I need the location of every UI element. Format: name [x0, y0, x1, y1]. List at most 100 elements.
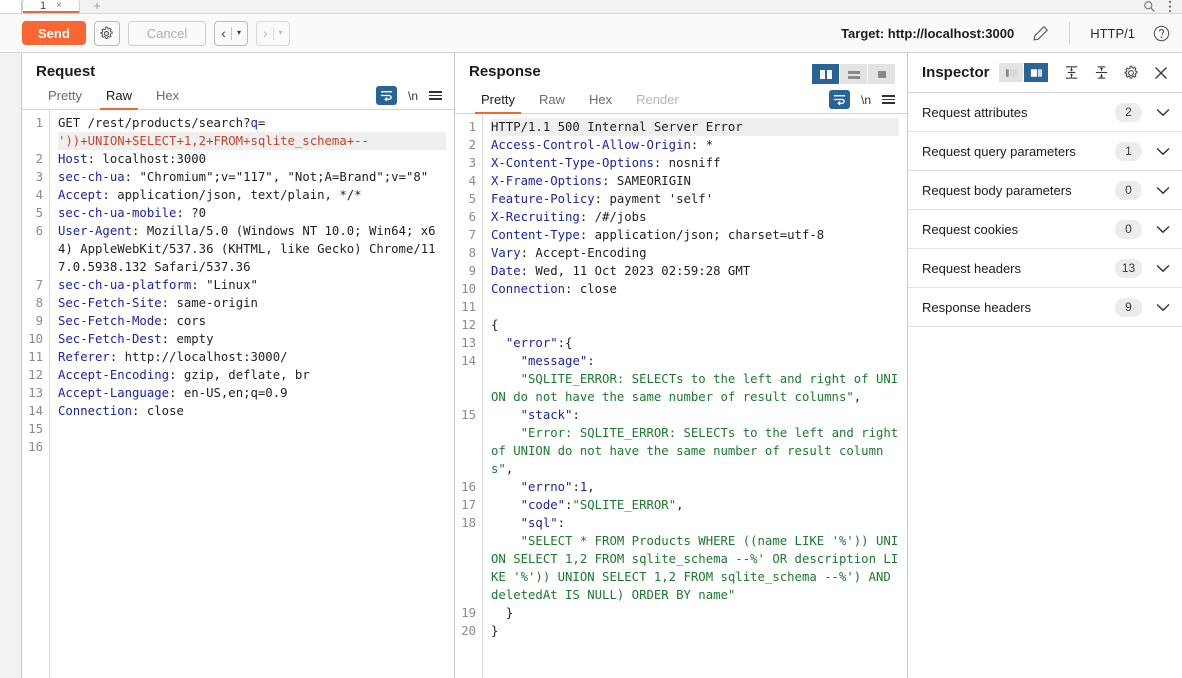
code-token: : en-US,en;q=0.9: [169, 386, 288, 400]
request-pane: Request Pretty Raw Hex \n 1 2 3 4 5 6 7 8 9 10 11 1…: [22, 53, 455, 678]
request-code[interactable]: GET /rest/products/search?q= '))+UNION+SE…: [50, 110, 454, 678]
code-token: :{: [557, 336, 573, 350]
response-line-numbers: 1 2 3 4 5 6 7 8 9 10 11 12 13 14 15 16 17 18 19 20: [455, 114, 483, 678]
code-token: HTTP/1.1 500 Internal Server Error: [491, 120, 743, 134]
chevron-down-icon[interactable]: [1156, 183, 1170, 198]
inspector-narrow-layout-button[interactable]: [999, 63, 1023, 82]
search-icon[interactable]: [1143, 0, 1156, 13]
inspector-section-response-headers[interactable]: Response headers 9: [908, 288, 1182, 327]
gear-icon[interactable]: [93, 20, 120, 46]
word-wrap-icon[interactable]: [375, 86, 397, 105]
newline-chars-icon[interactable]: \n: [408, 89, 418, 103]
single-view-button[interactable]: [868, 64, 895, 84]
code-token: :: [587, 354, 595, 368]
inspector-section-request-query-parameters[interactable]: Request query parameters 1: [908, 132, 1182, 171]
code-line: "code":"SQLITE_ERROR",: [491, 496, 899, 514]
line-number: 11: [461, 300, 476, 314]
tab-response-pretty[interactable]: Pretty: [469, 88, 527, 114]
line-number: 14: [461, 354, 476, 368]
line-number: 12: [461, 318, 476, 332]
close-icon[interactable]: ×: [56, 1, 62, 11]
chevron-down-icon[interactable]: [1156, 144, 1170, 159]
kebab-menu-icon[interactable]: [1168, 0, 1172, 13]
cancel-button: Cancel: [127, 20, 207, 46]
code-line: "sql":: [491, 514, 899, 532]
back-nav-button[interactable]: ‹ ▾: [214, 20, 248, 46]
code-token: Content-Type: [491, 228, 580, 242]
response-editor[interactable]: 1 2 3 4 5 6 7 8 9 10 11 12 13 14 15 16 17 18 19 20 HTTP/1.1…: [455, 114, 907, 678]
code-line: GET /rest/products/search?q=: [58, 114, 446, 132]
inspector-section-label: Request cookies: [922, 221, 1019, 237]
left-rail: [0, 53, 22, 678]
code-token: Accept: [58, 188, 103, 202]
forward-nav-button[interactable]: › ▾: [255, 20, 290, 46]
inspector-section-label: Request body parameters: [922, 182, 1072, 198]
code-line: "SELECT * FROM Products WHERE ((name LIK…: [491, 532, 899, 604]
chevron-down-icon[interactable]: [1156, 261, 1170, 276]
split-vertical-view-button[interactable]: [812, 64, 839, 84]
split-horizontal-view-button[interactable]: [840, 64, 867, 84]
code-token: :: [572, 408, 580, 422]
chevron-down-icon[interactable]: ▾: [237, 29, 241, 37]
expand-all-icon[interactable]: [1090, 65, 1112, 80]
tab-response-raw[interactable]: Raw: [527, 88, 577, 113]
line-number: 6: [468, 210, 476, 224]
help-circle-icon[interactable]: [1153, 25, 1170, 42]
tab-request-pretty[interactable]: Pretty: [36, 84, 94, 109]
line-number: 11: [28, 350, 43, 364]
burp-repeater-window: 1 × + Send Cancel ‹ ▾ › ▾ Target: http:/…: [0, 0, 1182, 678]
line-number: 7: [35, 278, 43, 292]
line-number: 2: [468, 138, 476, 152]
code-token: Accept-Encoding: [58, 368, 170, 382]
line-number: 13: [28, 386, 43, 400]
line-number: [455, 424, 476, 478]
code-token: Host: [58, 152, 88, 166]
tab-response-hex[interactable]: Hex: [577, 88, 624, 113]
pencil-icon[interactable]: [1032, 25, 1049, 42]
code-token: ,: [853, 390, 862, 404]
request-line-numbers: 1 2 3 4 5 6 7 8 9 10 11 12 13 14 15 16: [22, 110, 50, 678]
tab-response-render[interactable]: Render: [624, 88, 691, 113]
chevron-down-icon[interactable]: [1156, 300, 1170, 315]
line-number: 3: [468, 156, 476, 170]
collapse-all-icon[interactable]: [1060, 65, 1082, 80]
chevron-right-icon: ›: [262, 25, 268, 41]
line-number: 14: [28, 404, 43, 418]
request-view-actions: \n: [375, 86, 442, 109]
line-number: 13: [461, 336, 476, 350]
close-icon[interactable]: [1150, 65, 1172, 81]
inspector-title: Inspector: [922, 64, 990, 81]
inspector-wide-layout-button[interactable]: [1024, 63, 1048, 82]
line-number: 15: [28, 422, 43, 436]
tab-request-raw[interactable]: Raw: [94, 84, 144, 110]
inspector-section-count: 9: [1115, 297, 1142, 317]
inspector-section-request-attributes[interactable]: Request attributes 2: [908, 93, 1182, 132]
http-version-label[interactable]: HTTP/1: [1090, 26, 1135, 41]
inspector-section-request-cookies[interactable]: Request cookies 0: [908, 210, 1182, 249]
code-line: Sec-Fetch-Site: same-origin: [58, 294, 446, 312]
inspector-layout-toggle: [999, 63, 1048, 82]
repeater-tab-1[interactable]: 1 ×: [22, 0, 80, 13]
chevron-down-icon[interactable]: [1156, 222, 1170, 237]
hamburger-menu-icon[interactable]: [429, 91, 442, 100]
add-tab-button[interactable]: +: [80, 0, 114, 13]
send-button[interactable]: Send: [22, 21, 86, 45]
word-wrap-icon[interactable]: [828, 90, 850, 109]
inspector-section-request-body-parameters[interactable]: Request body parameters 0: [908, 171, 1182, 210]
gear-icon[interactable]: [1120, 65, 1142, 81]
request-tabs-row: Pretty Raw Hex \n: [22, 84, 454, 110]
line-number: 17: [461, 498, 476, 512]
inspector-section-request-headers[interactable]: Request headers 13: [908, 249, 1182, 288]
code-token: GET /rest/products/search?: [58, 116, 251, 130]
response-code[interactable]: HTTP/1.1 500 Internal Server Error Access…: [483, 114, 907, 678]
request-editor[interactable]: 1 2 3 4 5 6 7 8 9 10 11 12 13 14 15 16 GET /rest/produc…: [22, 110, 454, 678]
line-number: 8: [468, 246, 476, 260]
code-token: Feature-Policy: [491, 192, 595, 206]
chevron-down-icon[interactable]: [1156, 105, 1170, 120]
line-number: [22, 132, 43, 150]
tab-request-hex[interactable]: Hex: [144, 84, 191, 109]
hamburger-menu-icon[interactable]: [882, 95, 895, 104]
chevron-down-icon[interactable]: ▾: [279, 29, 283, 37]
newline-chars-icon[interactable]: \n: [861, 93, 871, 107]
